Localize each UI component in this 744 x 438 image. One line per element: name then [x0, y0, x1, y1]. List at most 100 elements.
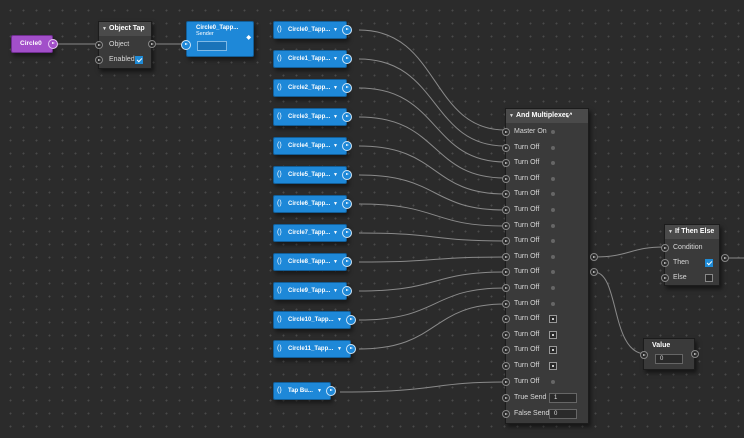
- sender-node[interactable]: () Circle1_Tapp... ▼: [273, 50, 347, 68]
- sender-node[interactable]: () Circle8_Tapp... ▼: [273, 253, 347, 271]
- sender-main-input-port[interactable]: [181, 40, 191, 50]
- sender-node[interactable]: () Tap Bu... ▼: [273, 382, 331, 400]
- and-multiplexer-true-output-port[interactable]: [590, 253, 598, 261]
- true-send-input-port[interactable]: [502, 394, 510, 402]
- turn-off-input-port[interactable]: [502, 237, 510, 246]
- collapse-caret-icon[interactable]: ▼: [509, 109, 514, 123]
- turn-off-input-port[interactable]: [502, 284, 510, 292]
- true-send-field[interactable]: 1: [549, 393, 577, 403]
- turn-off-input-port[interactable]: [502, 159, 510, 168]
- collapse-caret-icon[interactable]: ▼: [102, 22, 107, 36]
- dropdown-chevron-icon[interactable]: ▼: [317, 383, 322, 399]
- dropdown-chevron-icon[interactable]: ▼: [333, 254, 338, 270]
- false-send-input-port[interactable]: [502, 410, 510, 418]
- turn-off-input-port[interactable]: [502, 330, 510, 339]
- then-checkbox[interactable]: [705, 259, 713, 267]
- state-toggle[interactable]: [549, 330, 557, 339]
- sender-output-port[interactable]: [342, 228, 352, 238]
- then-input-port[interactable]: [661, 259, 669, 267]
- sender-output-port[interactable]: [346, 315, 356, 325]
- and-multiplexer-node[interactable]: ▼ And Multiplexer ⤢ Master On Turn Off Tur…: [502, 108, 589, 424]
- sender-output-port[interactable]: [342, 141, 352, 151]
- circle0-output-port[interactable]: [48, 39, 58, 49]
- if-then-else-header[interactable]: ▼ If Then Else: [665, 225, 719, 239]
- turn-off-input-port[interactable]: [502, 206, 510, 214]
- sender-output-port[interactable]: [342, 199, 352, 209]
- turn-off-input-port[interactable]: [502, 299, 510, 308]
- dropdown-chevron-icon[interactable]: ▼: [333, 80, 338, 96]
- dropdown-chevron-icon[interactable]: ▼: [333, 138, 338, 154]
- state-indicator-icon: [551, 301, 555, 306]
- resize-icon[interactable]: ⤢: [567, 109, 572, 123]
- sender-node[interactable]: () Circle11_Tapp... ▼: [273, 340, 351, 358]
- false-send-field[interactable]: 0: [549, 409, 577, 419]
- sender-node[interactable]: () Circle3_Tapp... ▼: [273, 108, 347, 126]
- sender-node[interactable]: () Circle0_Tapp... ▼: [273, 21, 347, 39]
- turn-off-input-port[interactable]: [502, 346, 510, 355]
- sender-node[interactable]: () Circle2_Tapp... ▼: [273, 79, 347, 97]
- sender-node[interactable]: () Circle5_Tapp... ▼: [273, 166, 347, 184]
- if-then-else-node[interactable]: ▼ If Then Else Condition Then Else: [661, 224, 720, 286]
- dropdown-chevron-icon[interactable]: ▼: [333, 109, 338, 125]
- sender-node[interactable]: () Circle10_Tapp... ▼: [273, 311, 351, 329]
- enabled-checkbox[interactable]: [135, 56, 143, 64]
- dropdown-chevron-icon[interactable]: ▼: [337, 312, 342, 328]
- sender-output-port[interactable]: [342, 25, 352, 35]
- turn-off-input-port[interactable]: [502, 268, 510, 277]
- sender-output-port[interactable]: [342, 54, 352, 64]
- dropdown-chevron-icon[interactable]: ▼: [333, 283, 338, 299]
- value-field[interactable]: 0: [655, 354, 683, 364]
- turn-off-input-port[interactable]: [502, 315, 510, 324]
- else-checkbox[interactable]: [705, 274, 713, 282]
- object-tap-output-port[interactable]: [148, 40, 156, 48]
- turn-off-input-port[interactable]: [502, 252, 510, 261]
- value-output-port[interactable]: [691, 350, 699, 358]
- turn-off-input-port[interactable]: [502, 377, 510, 386]
- dropdown-chevron-icon[interactable]: ▼: [333, 51, 338, 67]
- dropdown-chevron-icon[interactable]: ▼: [333, 167, 338, 183]
- object-tap-enabled-row: Enabled: [95, 53, 151, 67]
- object-input-port[interactable]: [95, 41, 103, 49]
- state-toggle[interactable]: [549, 362, 557, 370]
- turn-off-input-port[interactable]: [502, 174, 510, 183]
- turn-off-label: Turn Off: [514, 159, 540, 167]
- sender-node[interactable]: () Circle4_Tapp... ▼: [273, 137, 347, 155]
- dropdown-chevron-icon[interactable]: ▼: [337, 341, 342, 357]
- dropdown-chevron-icon[interactable]: ▼: [333, 22, 338, 38]
- turn-off-input-port[interactable]: [502, 143, 510, 152]
- sender-node[interactable]: () Circle9_Tapp... ▼: [273, 282, 347, 300]
- object-tap-node[interactable]: ▼ Object Tap Object Enabled: [95, 21, 152, 69]
- sender-output-port[interactable]: [342, 83, 352, 93]
- condition-input-port[interactable]: [661, 244, 669, 252]
- state-indicator-icon: [551, 161, 555, 166]
- state-toggle[interactable]: [549, 346, 557, 355]
- and-multiplexer-header[interactable]: ▼ And Multiplexer ⤢: [506, 109, 588, 123]
- master-on-input-port[interactable]: [502, 128, 510, 136]
- value-node[interactable]: Value 0: [640, 338, 695, 370]
- else-input-port[interactable]: [661, 274, 669, 282]
- sender-output-port[interactable]: [342, 112, 352, 122]
- sender-value-field[interactable]: [197, 41, 227, 51]
- dropdown-chevron-icon[interactable]: ▼: [333, 196, 338, 212]
- sender-output-port[interactable]: [342, 170, 352, 180]
- collapse-caret-icon[interactable]: ▼: [668, 225, 673, 239]
- sender-output-port[interactable]: [342, 286, 352, 296]
- value-input-port[interactable]: [640, 351, 648, 359]
- sender-node[interactable]: () Circle7_Tapp... ▼: [273, 224, 347, 242]
- turn-off-input-port[interactable]: [502, 190, 510, 199]
- true-send-row: True Send 1: [502, 391, 588, 405]
- dropdown-chevron-icon[interactable]: ▼: [333, 225, 338, 241]
- and-multiplexer-false-output-port[interactable]: [590, 268, 598, 276]
- turn-off-input-port[interactable]: [502, 221, 510, 230]
- turn-off-input-port[interactable]: [502, 362, 510, 370]
- state-toggle[interactable]: [549, 315, 557, 324]
- enabled-input-port[interactable]: [95, 56, 103, 64]
- sender-output-port[interactable]: [342, 257, 352, 267]
- if-then-else-output-port[interactable]: [721, 254, 729, 262]
- sender-output-port[interactable]: [326, 386, 336, 396]
- sender-output-port[interactable]: [346, 344, 356, 354]
- object-tap-header[interactable]: ▼ Object Tap: [99, 22, 151, 36]
- sender-node[interactable]: () Circle6_Tapp... ▼: [273, 195, 347, 213]
- circle0-tapped-sender-node[interactable]: Circle0_Tapp... Sender ◆: [186, 21, 254, 57]
- circle0-object-node[interactable]: Circle0: [11, 35, 53, 53]
